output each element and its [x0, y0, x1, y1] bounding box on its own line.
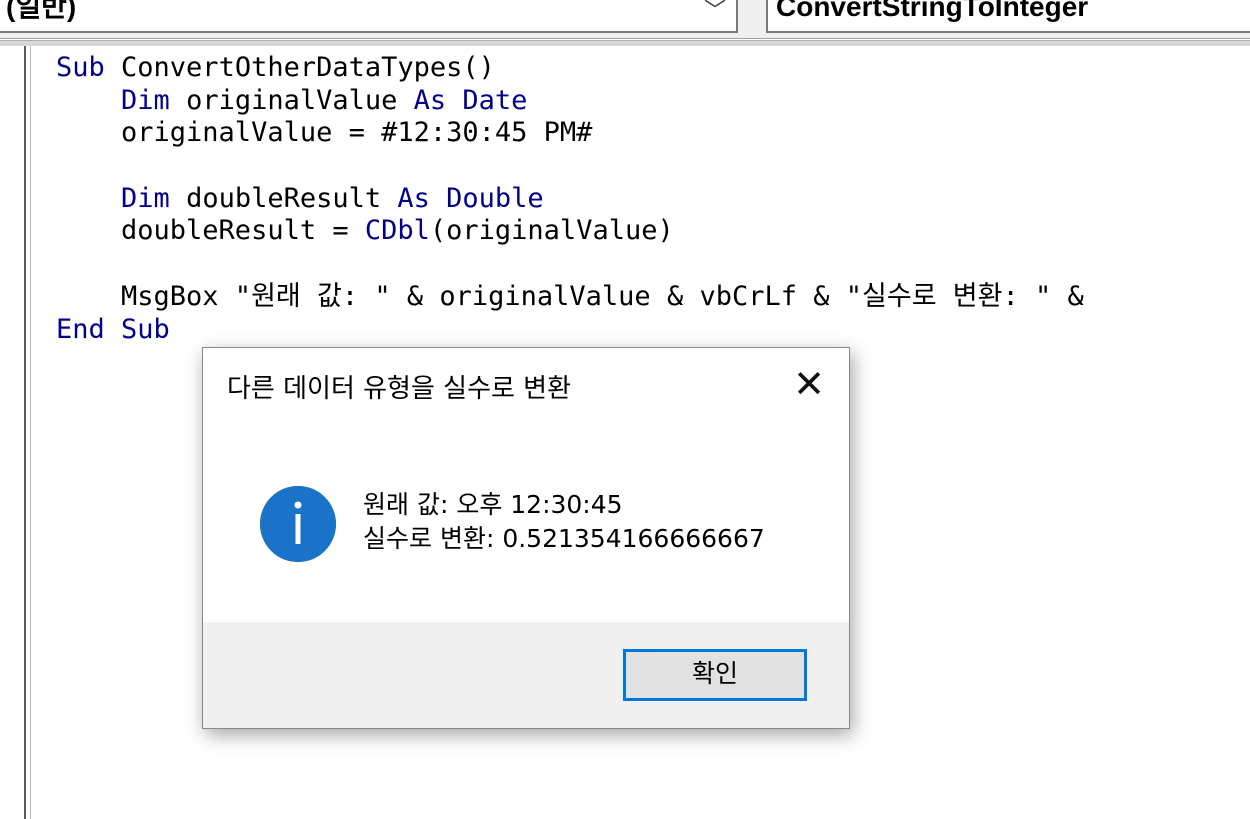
code-text: MsgBox "원래 값: " & originalValue & vbCrLf… [56, 280, 1100, 312]
ok-button-label: 확인 [691, 659, 738, 688]
code-line[interactable]: Sub ConvertOtherDataTypes() [56, 52, 1100, 85]
close-icon[interactable]: ✕ [789, 364, 829, 404]
code-area[interactable]: Sub ConvertOtherDataTypes() Dim original… [56, 52, 1100, 346]
code-keyword: CDbl [364, 215, 430, 247]
message-line-converted: 실수로 변환: 0.521354166666667 [363, 524, 765, 553]
editor-toolbar: (일반) ﹀ ConvertStringToInteger [0, 0, 1250, 39]
code-keyword: As Date [413, 84, 528, 116]
information-icon-glyph [260, 486, 336, 562]
code-text: (originalValue) [429, 215, 674, 247]
code-text: doubleResult [186, 182, 398, 214]
procedure-combo-value: ConvertStringToInteger [776, 0, 1089, 22]
code-line[interactable]: doubleResult = CDbl(originalValue) [56, 215, 1100, 248]
code-line[interactable]: MsgBox "원래 값: " & originalValue & vbCrLf… [56, 281, 1100, 314]
code-keyword: Dim [121, 182, 187, 214]
code-text: originalValue [186, 84, 414, 116]
code-line[interactable] [56, 248, 1100, 281]
ok-button[interactable]: 확인 [623, 649, 807, 701]
dialog-message: 원래 값: 오후 12:30:45 실수로 변환: 0.521354166666… [363, 488, 765, 556]
code-keyword: Sub [56, 52, 122, 83]
chevron-down-icon[interactable]: ﹀ [704, 0, 726, 22]
object-combo[interactable]: (일반) ﹀ [0, 0, 738, 33]
code-line[interactable]: Dim doubleResult As Double [56, 183, 1100, 216]
dialog-footer: 확인 [203, 622, 849, 728]
code-line[interactable]: End Sub [56, 314, 1100, 347]
code-text: ConvertOtherDataTypes() [121, 52, 495, 83]
code-keyword: End Sub [56, 313, 170, 345]
dialog-title: 다른 데이터 유형을 실수로 변환 [227, 374, 572, 404]
procedure-combo[interactable]: ConvertStringToInteger [766, 0, 1250, 33]
message-line-original: 원래 값: 오후 12:30:45 [363, 490, 623, 519]
code-keyword: Dim [121, 84, 187, 116]
code-line[interactable]: originalValue = #12:30:45 PM# [56, 117, 1100, 150]
code-text: originalValue = #12:30:45 PM# [56, 117, 593, 149]
information-icon [260, 486, 336, 562]
code-text: doubleResult = [56, 215, 365, 247]
editor-gutter [26, 46, 31, 819]
msgbox-dialog: 다른 데이터 유형을 실수로 변환 ✕ 원래 값: 오후 12:30:45 실수… [202, 347, 850, 729]
code-line[interactable]: Dim originalValue As Date [56, 85, 1100, 118]
object-combo-value: (일반) [6, 0, 77, 22]
code-keyword: As Double [397, 182, 544, 214]
code-line[interactable] [56, 150, 1100, 183]
margin-indicator-bar[interactable] [0, 46, 26, 819]
